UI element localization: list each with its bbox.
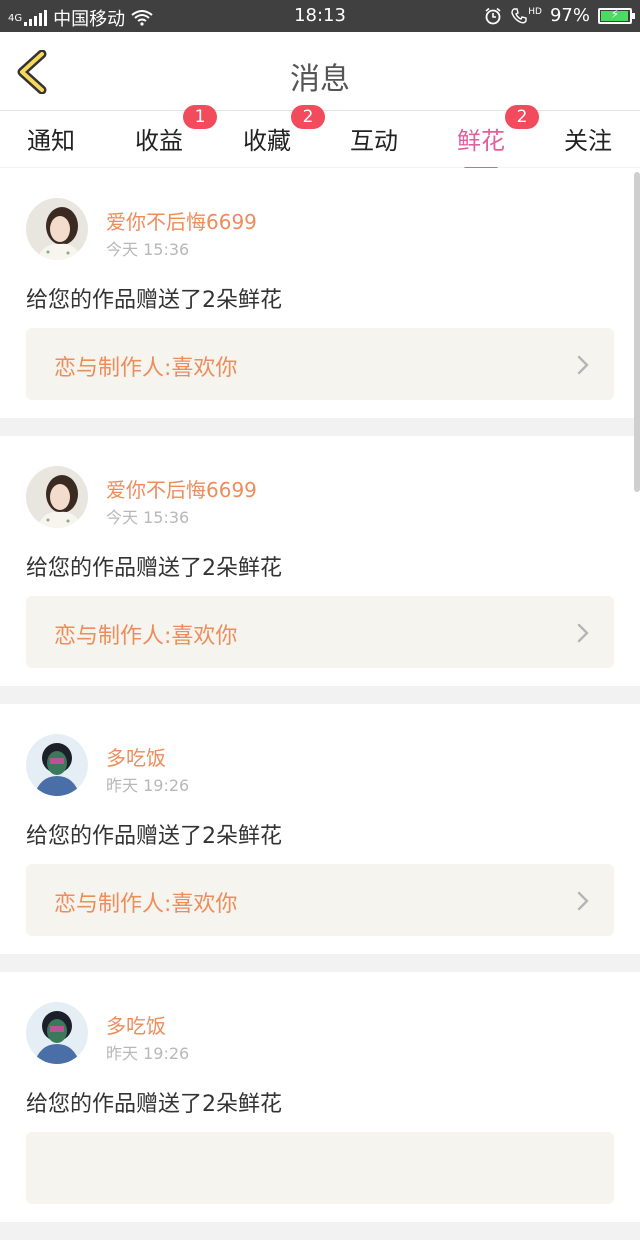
- scrollbar[interactable]: [634, 172, 640, 492]
- message-text: 给您的作品赠送了2朵鲜花: [26, 556, 282, 581]
- battery-icon: ⚡: [598, 7, 635, 24]
- message-text: 给您的作品赠送了2朵鲜花: [26, 288, 282, 313]
- tab-label: 收藏: [243, 127, 291, 155]
- message-card: 爱你不后悔6699 今天 15:36 给您的作品赠送了2朵鲜花 恋与制作人:喜欢…: [0, 168, 640, 418]
- status-bar: 4G 中国移动 18:13 HD 97% ⚡: [0, 0, 640, 32]
- work-title: 恋与制作人:喜欢你: [54, 356, 238, 381]
- message-list: 爱你不后悔6699 今天 15:36 给您的作品赠送了2朵鲜花 恋与制作人:喜欢…: [0, 168, 640, 1240]
- tab-label: 收益: [135, 127, 183, 155]
- boy-avatar[interactable]: [26, 1002, 88, 1064]
- tab-earnings[interactable]: 收益 1: [135, 105, 217, 156]
- battery-percent: 97%: [549, 5, 590, 26]
- message-text: 给您的作品赠送了2朵鲜花: [26, 824, 282, 849]
- message-text: 给您的作品赠送了2朵鲜花: [26, 1092, 282, 1117]
- work-link[interactable]: 恋与制作人:喜欢你: [26, 864, 614, 936]
- message-card: 爱你不后悔6699 今天 15:36 给您的作品赠送了2朵鲜花 恋与制作人:喜欢…: [0, 436, 640, 686]
- sender-name[interactable]: 多吃饭: [106, 742, 166, 771]
- message-card: 多吃饭 昨天 19:26 给您的作品赠送了2朵鲜花: [0, 972, 640, 1222]
- message-time: 今天 15:36: [106, 508, 190, 527]
- hd-call-icon: HD: [510, 7, 542, 25]
- message-time: 昨天 19:26: [106, 1044, 190, 1063]
- sender-name[interactable]: 爱你不后悔6699: [106, 474, 257, 503]
- girl-avatar[interactable]: [26, 198, 88, 260]
- tab-notifications[interactable]: 通知: [27, 121, 75, 156]
- tab-label: 关注: [564, 127, 612, 155]
- boy-avatar[interactable]: [26, 734, 88, 796]
- tab-bar: 通知 收益 1 收藏 2 互动 鲜花 2 关注: [0, 105, 640, 170]
- tab-interactions[interactable]: 互动: [350, 121, 398, 156]
- girl-avatar[interactable]: [26, 466, 88, 528]
- message-time: 昨天 19:26: [106, 776, 190, 795]
- work-link[interactable]: 恋与制作人:喜欢你: [26, 596, 614, 668]
- tab-following[interactable]: 关注: [564, 121, 612, 156]
- tab-label: 通知: [27, 127, 75, 155]
- page-title: 消息: [290, 62, 350, 97]
- alarm-icon: [485, 7, 501, 24]
- tab-favorites[interactable]: 收藏 2: [243, 105, 325, 156]
- chevron-right-icon: [577, 891, 589, 911]
- work-link[interactable]: 恋与制作人:喜欢你: [26, 328, 614, 400]
- sender-name[interactable]: 多吃饭: [106, 1010, 166, 1039]
- tab-label: 互动: [350, 127, 398, 155]
- message-card: 多吃饭 昨天 19:26 给您的作品赠送了2朵鲜花 恋与制作人:喜欢你: [0, 704, 640, 954]
- hd-label: HD: [528, 6, 542, 17]
- unread-badge: 2: [505, 105, 539, 129]
- unread-badge: 1: [183, 105, 217, 129]
- tab-flowers[interactable]: 鲜花 2: [457, 105, 539, 170]
- work-title: 恋与制作人:喜欢你: [54, 624, 238, 649]
- unread-badge: 2: [291, 105, 325, 129]
- chevron-right-icon: [577, 623, 589, 643]
- message-time: 今天 15:36: [106, 240, 190, 259]
- tab-label: 鲜花: [457, 127, 505, 155]
- work-link[interactable]: [26, 1132, 614, 1204]
- app-header: 消息: [0, 32, 640, 111]
- chevron-right-icon: [577, 355, 589, 375]
- sender-name[interactable]: 爱你不后悔6699: [106, 206, 257, 235]
- work-title: 恋与制作人:喜欢你: [54, 892, 238, 917]
